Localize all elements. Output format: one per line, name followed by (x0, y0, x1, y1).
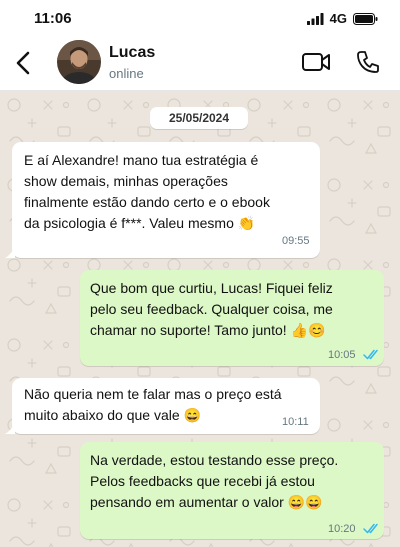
avatar-image (57, 40, 101, 84)
message-outgoing[interactable]: Que bom que curtiu, Lucas! Fiquei feliz … (80, 270, 384, 366)
back-arrow-icon (16, 51, 30, 75)
signal-icon (306, 12, 324, 25)
message-line: finalmente estão dando certo e o ebook (24, 194, 270, 210)
message-line: Não queria nem te falar mas o preço está (24, 386, 282, 402)
bubble-tail (5, 422, 15, 434)
voice-call-button[interactable] (355, 49, 381, 75)
status-time: 11:06 (34, 10, 72, 27)
phone-icon (357, 51, 379, 73)
video-call-button[interactable] (301, 50, 331, 74)
battery-icon (353, 12, 378, 25)
read-receipt-icon (363, 349, 378, 360)
status-indicators: 4G (306, 11, 378, 26)
message-text: Que bom que curtiu, Lucas! Fiquei feliz … (90, 278, 382, 341)
avatar[interactable] (57, 40, 101, 84)
message-line: E aí Alexandre! mano tua estratégia é (24, 152, 259, 168)
message-time: 10:20 (328, 523, 356, 535)
message-line: Na verdade, estou testando esse preço. (90, 452, 339, 468)
message-time: 10:05 (328, 349, 356, 361)
message-incoming[interactable]: Não queria nem te falar mas o preço está… (5, 378, 320, 434)
message-time: 09:55 (282, 235, 310, 247)
message-text: E aí Alexandre! mano tua estratégia é sh… (24, 150, 320, 234)
video-call-icon (302, 53, 330, 71)
message-outgoing[interactable]: Na verdade, estou testando esse preço. P… (80, 442, 384, 539)
message-line: show demais, minhas operações (24, 173, 228, 189)
read-receipt-icon (363, 523, 378, 534)
contact-name[interactable]: Lucas (109, 44, 155, 62)
message-text: Na verdade, estou testando esse preço. P… (90, 450, 382, 513)
back-button[interactable] (12, 48, 36, 78)
message-incoming[interactable]: E aí Alexandre! mano tua estratégia é sh… (5, 142, 320, 258)
message-line: muito abaixo do que vale 😄 (24, 407, 201, 423)
bubble-tail (5, 246, 15, 258)
date-separator: 25/05/2024 (150, 107, 248, 129)
network-type: 4G (329, 11, 347, 26)
message-line: da psicologia é f***. Valeu mesmo 👏 (24, 215, 256, 231)
status-bar: 11:06 4G (0, 0, 400, 36)
chat-header: Lucas online (0, 36, 400, 91)
message-line: Que bom que curtiu, Lucas! Fiquei feliz (90, 280, 333, 296)
message-text: Não queria nem te falar mas o preço está… (24, 384, 320, 426)
message-time: 10:11 (282, 416, 309, 428)
chat-area[interactable]: 25/05/2024 E aí Alexandre! mano tua estr… (0, 91, 400, 547)
message-line: pensando em aumentar o valor 😄😄 (90, 494, 323, 510)
message-line: Pelos feedbacks que recebi já estou (90, 473, 315, 489)
contact-status: online (109, 66, 144, 81)
message-line: chamar no suporte! Tamo junto! 👍😊 (90, 322, 326, 338)
message-line: pelo seu feedback. Qualquer coisa, me (90, 301, 333, 317)
